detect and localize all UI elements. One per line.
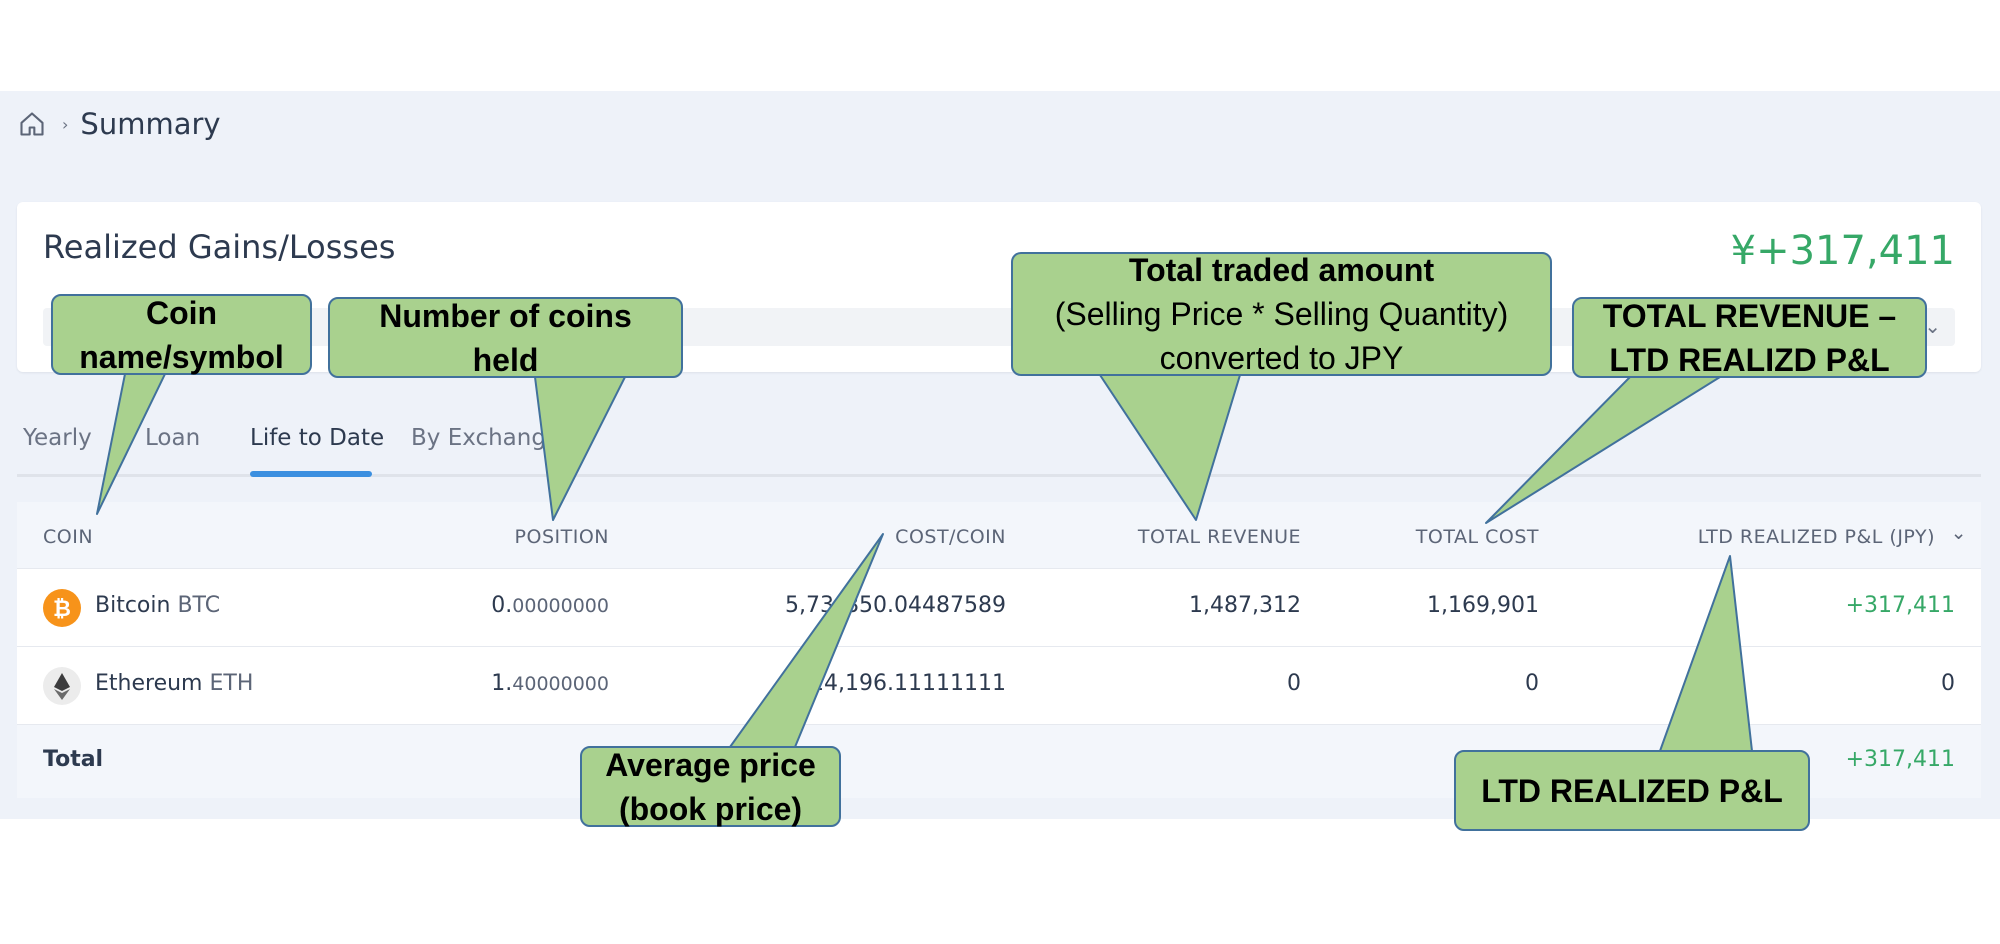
callout-line: LTD REALIZD P&L bbox=[1609, 341, 1890, 378]
bitcoin-icon: ₿ bbox=[43, 589, 81, 627]
callout-line: (book price) bbox=[618, 790, 803, 827]
coin-name: Bitcoin BTC bbox=[95, 593, 220, 618]
pl-callout: LTD REALIZED P&L bbox=[1454, 750, 1810, 831]
breadcrumb-current: Summary bbox=[80, 107, 221, 141]
card-title: Realized Gains/Losses bbox=[43, 228, 396, 266]
coin-symbol: BTC bbox=[177, 593, 221, 618]
position-callout: Number of coins held bbox=[328, 297, 683, 378]
table-row[interactable]: Ethereum ETH 1.40000000 14,196.11111111 … bbox=[17, 646, 1981, 724]
callout-line: name/symbol bbox=[79, 338, 284, 375]
coin-callout: Coin name/symbol bbox=[51, 294, 312, 375]
ltd-pl-cell: 0 bbox=[1941, 671, 1955, 696]
coin-name: Ethereum ETH bbox=[95, 671, 253, 696]
callout-line: (Selling Price * Selling Quantity) bbox=[1054, 296, 1509, 332]
callout-line: Number of coins bbox=[379, 297, 632, 334]
tab-life-to-date[interactable]: Life to Date bbox=[250, 425, 384, 451]
tab-by-exchange[interactable]: By Exchange bbox=[411, 425, 560, 451]
callout-line: converted to JPY bbox=[1159, 340, 1404, 376]
tab-loan[interactable]: Loan bbox=[145, 425, 200, 451]
position-decimals: 00000000 bbox=[512, 595, 609, 617]
header-cost-coin[interactable]: COST/COIN bbox=[895, 526, 1006, 548]
total-ltd-pl-cell: +317,411 bbox=[1845, 747, 1955, 772]
home-icon[interactable] bbox=[18, 110, 46, 138]
table-row[interactable]: ₿ Bitcoin BTC 0.00000000 5,73_850.044875… bbox=[17, 568, 1981, 646]
callout-line: LTD REALIZED P&L bbox=[1481, 772, 1783, 809]
header-total-revenue[interactable]: TOTAL REVENUE bbox=[1138, 526, 1301, 548]
position-cell: 0.00000000 bbox=[491, 593, 609, 618]
sort-chevron-icon[interactable]: ⌄ bbox=[1951, 522, 1967, 544]
cost-coin-cell: 5,73_850.04487589 bbox=[785, 593, 1006, 618]
svg-text:₿: ₿ bbox=[53, 597, 71, 622]
avg-price-callout: Average price (book price) bbox=[580, 746, 841, 827]
cost-callout: TOTAL REVENUE – LTD REALIZD P&L bbox=[1572, 297, 1927, 378]
callout-line: Average price bbox=[605, 746, 816, 783]
breadcrumb: › Summary bbox=[18, 106, 221, 142]
total-revenue-cell: 0 bbox=[1287, 671, 1301, 696]
callout-line: Total traded amount bbox=[1128, 252, 1435, 288]
tab-bar: Yearly Loan Life to Date By Exchange bbox=[17, 415, 1981, 477]
callout-line: held bbox=[472, 341, 539, 378]
total-amount: ¥+317,411 bbox=[1730, 228, 1955, 274]
coin-full-name: Bitcoin bbox=[95, 593, 171, 618]
header-ltd-pl[interactable]: LTD REALIZED P&L (JPY) bbox=[1698, 526, 1935, 548]
tab-yearly[interactable]: Yearly bbox=[23, 425, 92, 451]
ltd-pl-cell: +317,411 bbox=[1845, 593, 1955, 618]
chevron-right-icon: › bbox=[62, 114, 69, 134]
header-coin[interactable]: COIN bbox=[43, 526, 93, 548]
callout-line: TOTAL REVENUE – bbox=[1602, 297, 1897, 334]
active-tab-indicator bbox=[250, 471, 372, 477]
position-int: 0. bbox=[491, 593, 513, 618]
header-position[interactable]: POSITION bbox=[515, 526, 609, 548]
revenue-callout: Total traded amount (Selling Price * Sel… bbox=[1011, 252, 1552, 376]
total-cost-cell: 1,169,901 bbox=[1427, 593, 1539, 618]
cost-coin-cell: 14,196.11111111 bbox=[810, 671, 1006, 696]
total-label: Total bbox=[43, 747, 104, 772]
total-cost-cell: 0 bbox=[1525, 671, 1539, 696]
total-revenue-cell: 1,487,312 bbox=[1189, 593, 1301, 618]
coin-full-name: Ethereum bbox=[95, 671, 203, 696]
ethereum-icon bbox=[43, 667, 81, 705]
callout-line: Coin bbox=[145, 294, 218, 331]
position-decimals: 40000000 bbox=[512, 673, 609, 695]
header-total-cost[interactable]: TOTAL COST bbox=[1416, 526, 1539, 548]
position-cell: 1.40000000 bbox=[491, 671, 609, 696]
position-int: 1. bbox=[491, 671, 513, 696]
table-header: COIN POSITION COST/COIN TOTAL REVENUE TO… bbox=[17, 502, 1981, 568]
coin-symbol: ETH bbox=[209, 671, 254, 696]
